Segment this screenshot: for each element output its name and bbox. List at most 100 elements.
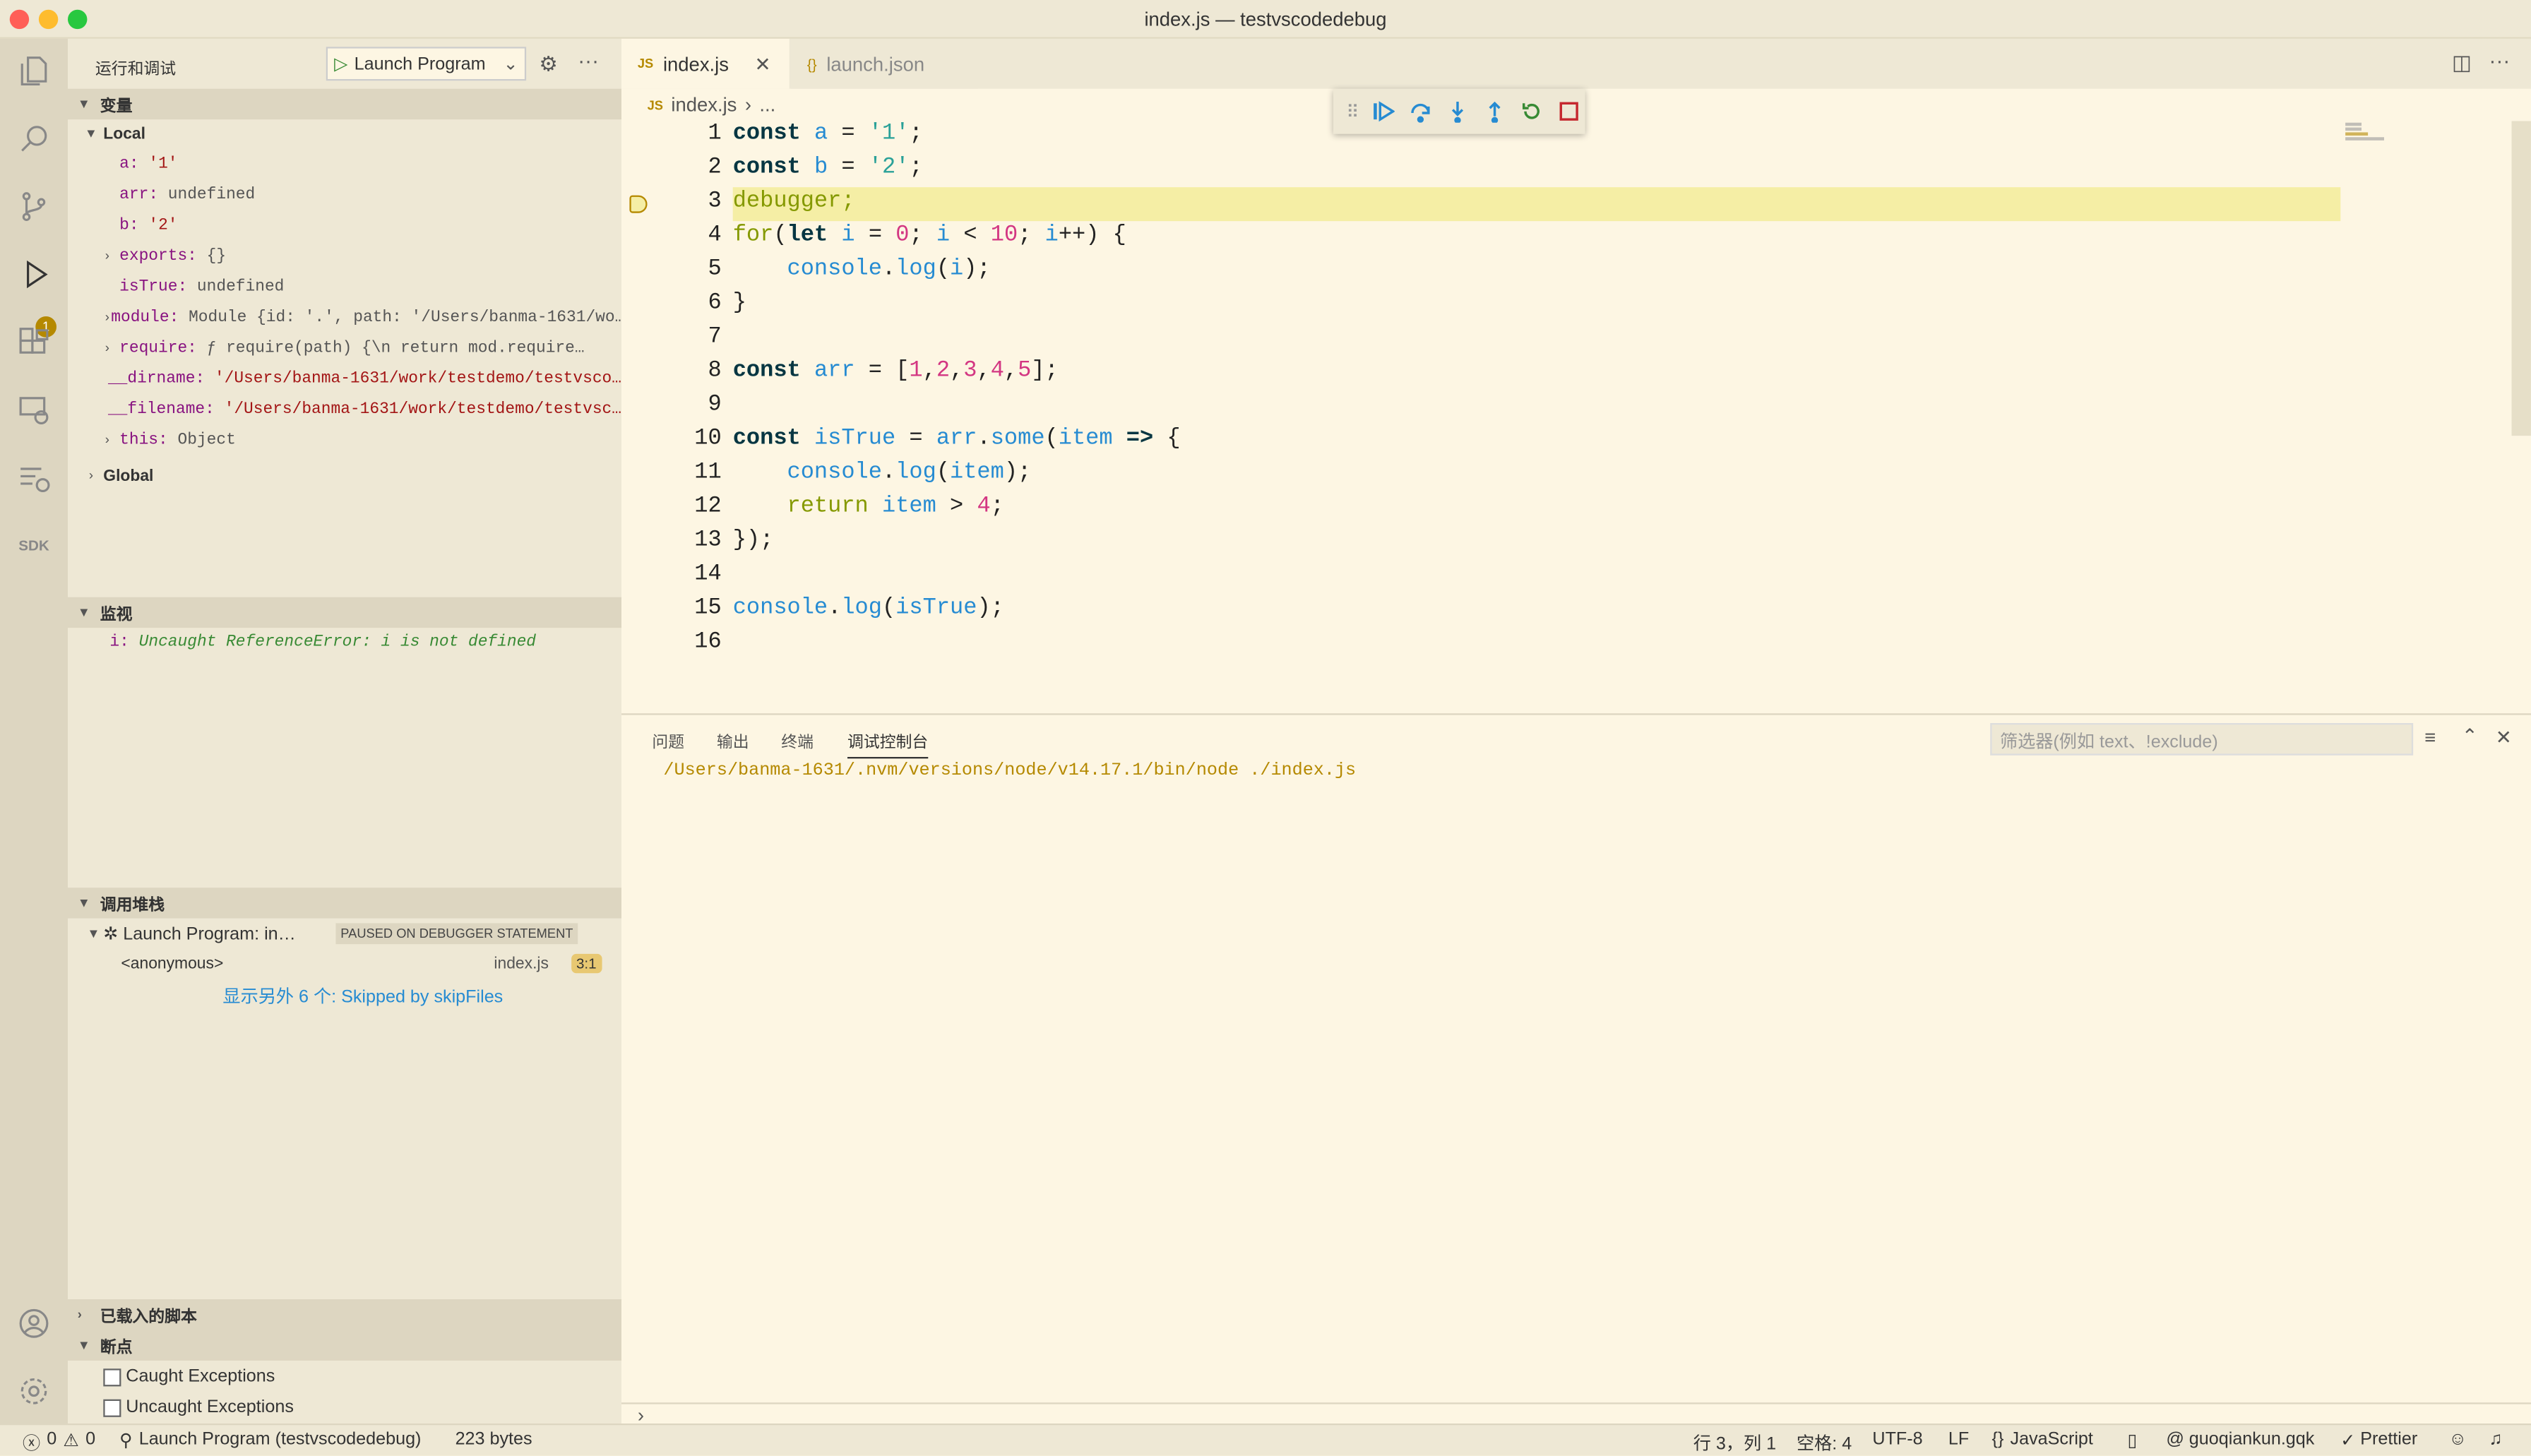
variable-name: b [119, 217, 129, 236]
debug-sidebar: 运行和调试 ▷ Launch Program ⌄ ⚙ ··· ▼ 变量 ▼ Loca… [67, 38, 621, 1424]
chevron-right-icon: › [103, 434, 112, 449]
breakpoints-header[interactable]: ▼ 断点 [67, 1330, 621, 1361]
variable-row[interactable]: b: '2' [68, 211, 621, 241]
tab-index-js[interactable]: JS index.js ✕ [621, 38, 790, 89]
stop-icon[interactable] [1554, 97, 1582, 125]
extensions-icon[interactable] [15, 323, 54, 362]
line-number: 14 [694, 561, 722, 587]
chevron-down-icon: ▼ [77, 1337, 90, 1353]
cursor-position-status[interactable]: 行 3，列 1 [1693, 1430, 1776, 1456]
callstack-session[interactable]: ▼ ✲ Launch Program: in… PAUSED ON DEBUGG… [68, 919, 621, 949]
sdk-icon[interactable]: SDK [15, 526, 54, 565]
breadcrumb-file[interactable]: index.js [671, 94, 737, 117]
run-debug-icon[interactable] [15, 255, 54, 294]
variable-row[interactable]: __filename: '/Users/banma-1631/work/test… [68, 395, 621, 426]
code-line-15: console.log(isTrue); [732, 595, 1004, 621]
settings-gear-icon[interactable] [15, 1372, 54, 1411]
line-number: 12 [694, 494, 722, 520]
tab-terminal[interactable]: 终端 [781, 728, 814, 752]
line-number: 13 [694, 527, 722, 554]
account-icon[interactable] [15, 1304, 54, 1343]
variable-name: a [119, 156, 129, 174]
tab-output[interactable]: 输出 [717, 728, 749, 752]
prettier-status[interactable]: ✓ Prettier [2340, 1430, 2417, 1451]
notifications-icon[interactable]: ♫ [2489, 1430, 2503, 1449]
minimap[interactable] [2345, 121, 2442, 169]
loaded-scripts-header[interactable]: › 已载入的脚本 [67, 1299, 621, 1330]
stack-frame[interactable]: <anonymous> index.js 3:1 [68, 949, 621, 979]
restart-icon[interactable] [1518, 97, 1545, 125]
eol-status[interactable]: LF [1948, 1430, 1969, 1449]
code-editor[interactable]: 1 2 3 4 5 6 7 8 9 10 11 12 13 14 15 16 const a = '1'; c… [621, 121, 2531, 702]
step-into-icon[interactable] [1443, 97, 1470, 125]
tab-launch-json[interactable]: {} launch.json [790, 38, 979, 89]
variable-row[interactable]: › require: ƒ require(path) {\n return mod… [68, 334, 621, 364]
variable-row[interactable]: __dirname: '/Users/banma-1631/work/testd… [68, 365, 621, 395]
drag-handle-icon[interactable]: ⠿ [1346, 97, 1359, 125]
language-status[interactable]: {} JavaScript [1992, 1430, 2093, 1449]
step-over-icon[interactable] [1406, 97, 1434, 125]
code-line-2: const b = '2'; [732, 155, 923, 181]
maximize-panel-icon[interactable]: ⌃ [2462, 724, 2478, 747]
debug-toolbar: ⠿ [1333, 88, 1585, 134]
editor-scrollbar[interactable] [2511, 121, 2531, 436]
editor-more-icon[interactable]: ··· [2489, 49, 2511, 73]
close-panel-icon[interactable]: ✕ [2496, 727, 2512, 749]
variable-name: __filename [107, 402, 206, 420]
continue-icon[interactable] [1369, 97, 1396, 125]
explorer-icon[interactable] [15, 52, 54, 90]
start-debug-icon[interactable]: ▷ [334, 53, 347, 74]
frame-position-badge: 3:1 [571, 953, 602, 974]
line-number: 9 [708, 392, 722, 418]
show-skipped-frames-link[interactable]: 显示另外 6 个: Skipped by skipFiles [222, 983, 503, 1009]
launch-settings-gear-icon[interactable]: ⚙ [539, 52, 558, 78]
variables-section-header[interactable]: ▼ 变量 [67, 88, 621, 120]
title-bar: index.js — testvscodedebug [0, 0, 2531, 39]
code-line-1: const a = '1'; [732, 121, 923, 147]
line-number: 2 [708, 155, 722, 181]
breadcrumb-symbol[interactable]: ... [759, 94, 775, 117]
line-number: 10 [694, 426, 722, 452]
code-line-8: const arr = [1,2,3,4,5]; [732, 358, 1059, 384]
callstack-section-header[interactable]: ▼ 调用堆栈 [67, 888, 621, 919]
timeline-icon[interactable] [15, 458, 54, 497]
indentation-status[interactable]: 空格: 4 [1797, 1430, 1852, 1456]
variable-value: '1' [148, 156, 178, 174]
tab-debug-console[interactable]: 调试控制台 [847, 728, 929, 759]
check-icon: ✓ [2340, 1431, 2356, 1451]
source-control-icon[interactable] [15, 187, 54, 226]
tab-problems[interactable]: 问题 [652, 728, 684, 752]
launch-config-select[interactable]: ▷ Launch Program ⌄ [326, 47, 527, 81]
user-status[interactable]: @ guoqiankun.gqk [2166, 1430, 2314, 1449]
variable-row[interactable]: arr: undefined [68, 181, 621, 211]
variable-row[interactable]: › module: Module {id: '.', path: '/Users/… [68, 304, 621, 334]
variable-row[interactable]: a: '1' [68, 150, 621, 181]
uncaught-exceptions-checkbox[interactable] [103, 1398, 121, 1416]
more-actions-icon[interactable]: ··· [578, 49, 599, 73]
variable-row[interactable]: › this: Object [68, 426, 621, 456]
problems-status[interactable]: ⓧ 0 ⚠ 0 [23, 1430, 95, 1456]
search-icon[interactable] [15, 119, 54, 158]
line-number: 5 [708, 256, 722, 282]
local-scope[interactable]: ▼ Local [68, 119, 621, 150]
watch-section-header[interactable]: ▼ 监视 [67, 597, 621, 628]
notification-bell-icon[interactable]: ▯ [2128, 1430, 2138, 1450]
split-editor-icon[interactable]: ◫ [2452, 50, 2472, 76]
global-scope[interactable]: › Global [68, 462, 621, 492]
feedback-icon[interactable]: ☺ [2448, 1430, 2467, 1449]
variable-row[interactable]: isTrue: undefined [68, 273, 621, 303]
chevron-right-icon: › [744, 93, 751, 117]
debug-session-status[interactable]: ⚲ Launch Program (testvscodedebug) [119, 1430, 421, 1451]
variable-value: undefined [196, 279, 285, 297]
variable-row[interactable]: › exports: {} [68, 242, 621, 273]
error-icon: ⓧ [22, 1434, 41, 1455]
close-tab-icon[interactable]: ✕ [755, 52, 771, 75]
step-out-icon[interactable] [1480, 97, 1508, 125]
console-filter-input[interactable]: 筛选器(例如 text、!exclude) [1990, 722, 2414, 756]
caught-exceptions-checkbox[interactable] [103, 1368, 121, 1386]
chevron-down-icon: ▼ [77, 895, 90, 911]
watch-item[interactable]: i: Uncaught ReferenceError: i is not def… [68, 628, 621, 658]
remote-explorer-icon[interactable] [15, 390, 54, 429]
encoding-status[interactable]: UTF-8 [1872, 1430, 1922, 1449]
clear-console-icon[interactable]: ≡ [2424, 727, 2436, 749]
